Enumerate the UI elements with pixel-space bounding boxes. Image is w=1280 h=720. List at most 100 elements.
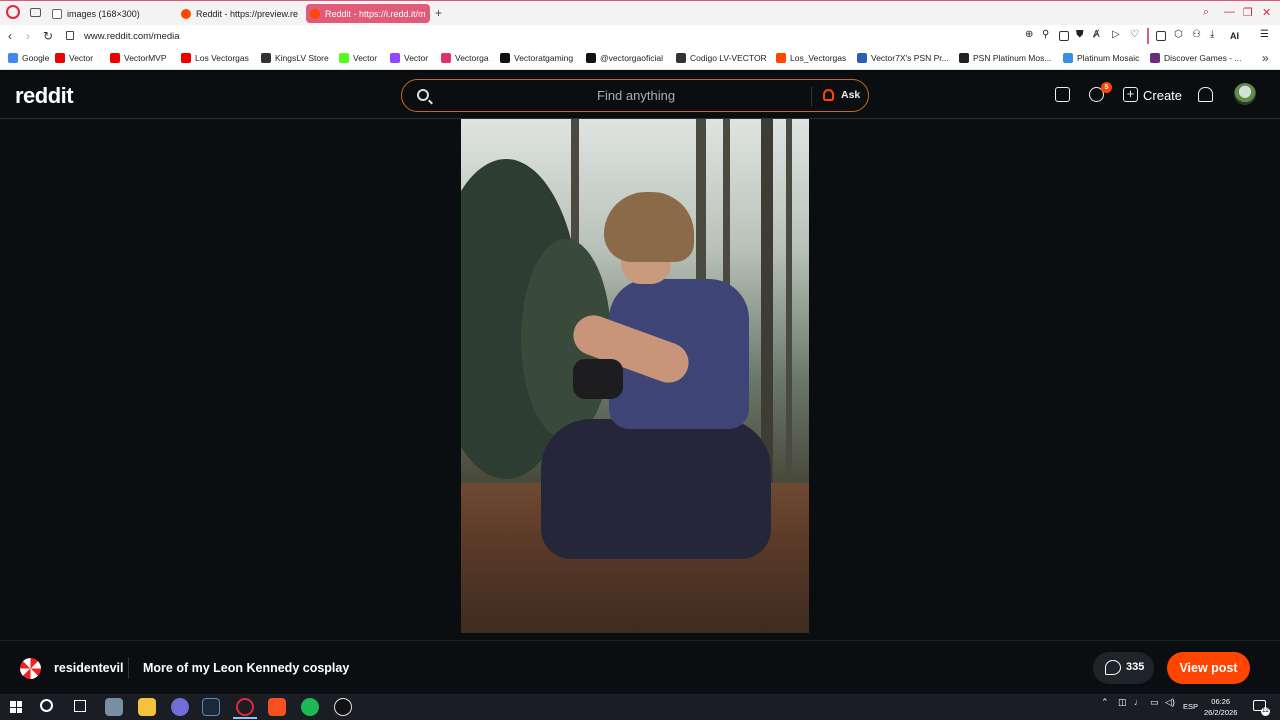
tray-overflow-icon[interactable]: ⌃ <box>1101 697 1109 708</box>
language-indicator[interactable]: ESP <box>1183 702 1198 711</box>
ask-icon <box>823 89 834 101</box>
app-icon[interactable] <box>171 698 189 716</box>
bookmark-label: Los Vectorgas <box>195 53 249 63</box>
volume-icon[interactable]: ◁) <box>1165 697 1175 708</box>
crown-icon <box>261 53 271 63</box>
bookmarks-bar: Google Vector VectorMVP Los Vectorgas KingsL… <box>0 48 1280 70</box>
store-icon <box>676 53 686 63</box>
bell-icon[interactable] <box>1198 87 1213 102</box>
opera-logo-icon[interactable] <box>6 5 20 19</box>
tab-title: Reddit - https://preview.re <box>196 8 299 19</box>
zoom-icon[interactable]: ⊕ <box>1025 29 1033 40</box>
user-avatar[interactable] <box>1234 83 1256 105</box>
bookmark-item[interactable]: @vectorgaoficial <box>586 53 663 63</box>
taskbar-search-icon[interactable] <box>40 699 53 712</box>
play-icon[interactable]: ▷ <box>1112 29 1120 40</box>
url-field[interactable]: www.reddit.com/media <box>84 31 180 42</box>
steam-icon[interactable] <box>202 698 220 716</box>
ask-button[interactable]: Ask <box>841 89 860 101</box>
youtube-icon <box>110 53 120 63</box>
bookmark-item[interactable]: PSN Platinum Mos... <box>959 53 1051 63</box>
post-title[interactable]: More of my Leon Kennedy cosplay <box>143 661 349 675</box>
bookmark-label: Codigo LV-VECTOR <box>690 53 767 63</box>
spotify-icon[interactable] <box>301 698 319 716</box>
bookmark-label: Vectoratgaming <box>514 53 574 63</box>
google-icon <box>8 53 18 63</box>
file-explorer-icon[interactable] <box>138 698 156 716</box>
bookmarks-overflow-icon[interactable]: » <box>1262 51 1269 65</box>
translate-icon[interactable]: Ⱥ <box>1093 29 1100 40</box>
bookmark-item[interactable]: Discover Games - ... <box>1150 53 1241 63</box>
bookmark-item[interactable]: Google <box>8 53 49 63</box>
back-icon[interactable]: ‹ <box>8 29 12 43</box>
new-tab-button[interactable]: + <box>435 6 442 20</box>
bookmark-item[interactable]: Vector <box>339 53 377 63</box>
search-input[interactable]: Find anything <box>597 88 675 103</box>
tray-app-icon[interactable]: ◫ <box>1118 697 1127 708</box>
opera-icon[interactable] <box>236 698 254 716</box>
youtube-icon <box>181 53 191 63</box>
post-footer: residentevil More of my Leon Kennedy cos… <box>0 640 1280 694</box>
microphone-icon[interactable]: ♩ <box>1134 697 1143 707</box>
bookmark-item[interactable]: Platinum Mosaic <box>1063 53 1139 63</box>
bookmark-label: @vectorgaoficial <box>600 53 663 63</box>
restore-icon[interactable]: ❐ <box>1243 6 1253 19</box>
bookmark-label: Vector <box>353 53 378 63</box>
tab-title: images (168×300) <box>67 8 140 19</box>
reddit-icon <box>776 53 786 63</box>
subreddit-name[interactable]: residentevil <box>54 661 123 675</box>
subreddit-icon[interactable] <box>20 658 41 679</box>
bookmark-label: Google <box>22 53 50 63</box>
bookmark-item[interactable]: Los_Vectorgas <box>776 53 846 63</box>
shield-icon[interactable]: ⛊ <box>1076 29 1084 40</box>
close-window-icon[interactable]: ✕ <box>1262 6 1271 19</box>
post-image <box>461 119 809 633</box>
advertise-icon[interactable] <box>1055 87 1070 102</box>
profile-icon[interactable]: ⚇ <box>1192 29 1201 40</box>
search-bar[interactable]: Find anything Ask <box>401 79 869 112</box>
bookmark-label: Vector <box>404 53 429 63</box>
tab-reddit-preview[interactable]: Reddit - https://preview.re <box>181 4 299 23</box>
download-icon[interactable]: ⤓ <box>1210 29 1214 40</box>
pin-icon[interactable]: ⚲ <box>1042 29 1049 40</box>
app-icon[interactable] <box>105 698 123 716</box>
comments-button[interactable]: 335 <box>1093 652 1154 684</box>
notification-count: 12 <box>1261 707 1270 716</box>
comment-count: 335 <box>1126 661 1145 673</box>
bookmark-item[interactable]: Los Vectorgas <box>181 53 249 63</box>
windows-start-icon[interactable] <box>10 701 22 713</box>
reload-icon[interactable]: ↻ <box>43 29 53 43</box>
bookmark-item[interactable]: Vector <box>390 53 428 63</box>
bookmark-item[interactable]: Vector7X's PSN Pr... <box>857 53 949 63</box>
bookmark-label: KingsLV Store <box>275 53 329 63</box>
lock-icon <box>66 31 74 40</box>
tab-reddit-active[interactable]: Reddit - https://i.redd.it/m <box>306 4 430 23</box>
brave-icon[interactable] <box>268 698 286 716</box>
bookmark-item[interactable]: Vectoratgaming <box>500 53 573 63</box>
clock[interactable]: 06:26 26/2/2026 <box>1204 696 1237 718</box>
extensions-icon[interactable]: ⬡ <box>1174 29 1183 40</box>
task-view-icon[interactable] <box>74 700 86 712</box>
reddit-logo[interactable]: reddit <box>15 83 74 109</box>
search-tabs-icon[interactable]: ⌕ <box>1203 6 1209 19</box>
app-icon[interactable] <box>334 698 352 716</box>
create-button[interactable]: Create <box>1143 88 1182 103</box>
twitch-icon <box>390 53 400 63</box>
heart-icon[interactable]: ♡ <box>1130 29 1139 40</box>
menu-icon[interactable]: ☰ <box>1260 29 1269 40</box>
view-post-button[interactable]: View post <box>1167 652 1250 684</box>
bookmark-item[interactable]: Codigo LV-VECTOR <box>676 53 767 63</box>
snapshot-icon[interactable] <box>1059 31 1069 41</box>
bookmark-item[interactable]: Vector <box>55 53 93 63</box>
bookmark-item[interactable]: VectorMVP <box>110 53 167 63</box>
extension-d-icon[interactable] <box>1156 31 1166 41</box>
forward-icon[interactable]: › <box>26 29 30 43</box>
active-app-indicator <box>233 717 257 719</box>
tab-images[interactable]: images (168×300) <box>52 4 172 23</box>
bookmark-item[interactable]: Vectorga <box>441 53 489 63</box>
ai-button[interactable]: AI <box>1230 31 1239 41</box>
workspaces-icon[interactable] <box>30 8 41 17</box>
network-icon[interactable]: ▭ <box>1150 697 1159 708</box>
bookmark-item[interactable]: KingsLV Store <box>261 53 329 63</box>
minimize-icon[interactable]: — <box>1224 6 1235 18</box>
